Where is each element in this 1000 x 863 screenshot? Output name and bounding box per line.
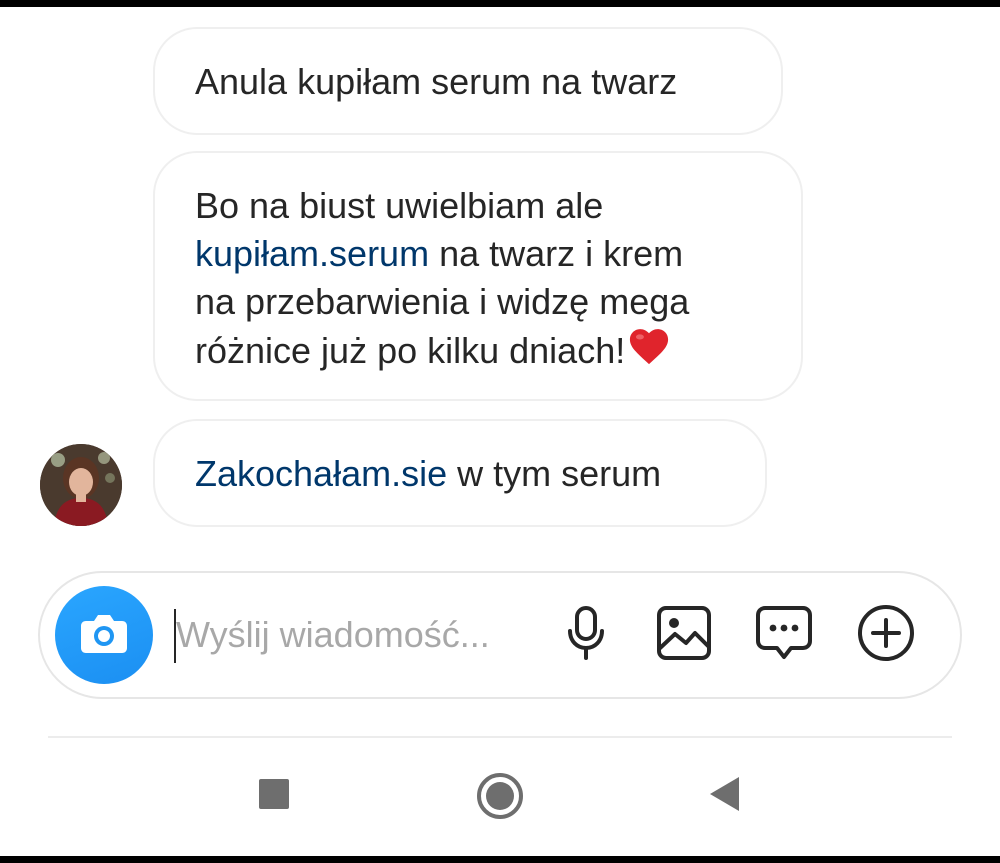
- back-icon: [707, 775, 741, 818]
- plus-icon: [857, 604, 915, 667]
- message-input[interactable]: [176, 603, 556, 667]
- gallery-icon: [656, 605, 712, 666]
- microphone-button[interactable]: [554, 603, 618, 667]
- message-text: na twarz i krem: [429, 233, 684, 274]
- message-link[interactable]: kupiłam.serum: [195, 233, 429, 274]
- message-text: Bo na biust uwielbiam ale: [195, 185, 604, 226]
- camera-icon: [79, 612, 129, 659]
- message-bubble[interactable]: Bo na biust uwielbiam ale kupiłam.serum …: [153, 151, 803, 401]
- back-button[interactable]: [700, 772, 748, 820]
- message-line: na przebarwienia i widzę mega: [195, 278, 761, 326]
- recent-apps-button[interactable]: [250, 772, 298, 820]
- message-bubble[interactable]: Anula kupiłam serum na twarz: [153, 27, 783, 135]
- home-icon: [476, 772, 524, 825]
- avatar[interactable]: [40, 444, 122, 526]
- status-bar-strip: [0, 0, 1000, 7]
- sticker-button[interactable]: [752, 603, 816, 667]
- message-line: różnice już po kilku dniach!: [195, 326, 761, 378]
- home-button[interactable]: [474, 772, 526, 824]
- more-button[interactable]: [854, 603, 918, 667]
- message-text: Anula kupiłam serum na twarz: [195, 61, 678, 102]
- red-heart-icon: [627, 326, 671, 378]
- message-line: kupiłam.serum na twarz i krem: [195, 230, 761, 278]
- message-text: na przebarwienia i widzę mega: [195, 281, 690, 322]
- message-composer: [38, 571, 962, 699]
- gallery-button[interactable]: [652, 603, 716, 667]
- sticker-icon: [755, 604, 813, 667]
- message-text: w tym serum: [447, 453, 662, 494]
- nav-divider: [48, 736, 952, 738]
- message-text: różnice już po kilku dniach!: [195, 330, 626, 371]
- recent-apps-icon: [257, 777, 291, 816]
- message-link[interactable]: Zakochałam.sie: [195, 453, 447, 494]
- message-line: Bo na biust uwielbiam ale: [195, 182, 761, 230]
- message-bubble[interactable]: Zakochałam.sie w tym serum: [153, 419, 767, 527]
- bottom-strip: [0, 856, 1000, 863]
- camera-button[interactable]: [55, 586, 153, 684]
- microphone-icon: [566, 605, 606, 666]
